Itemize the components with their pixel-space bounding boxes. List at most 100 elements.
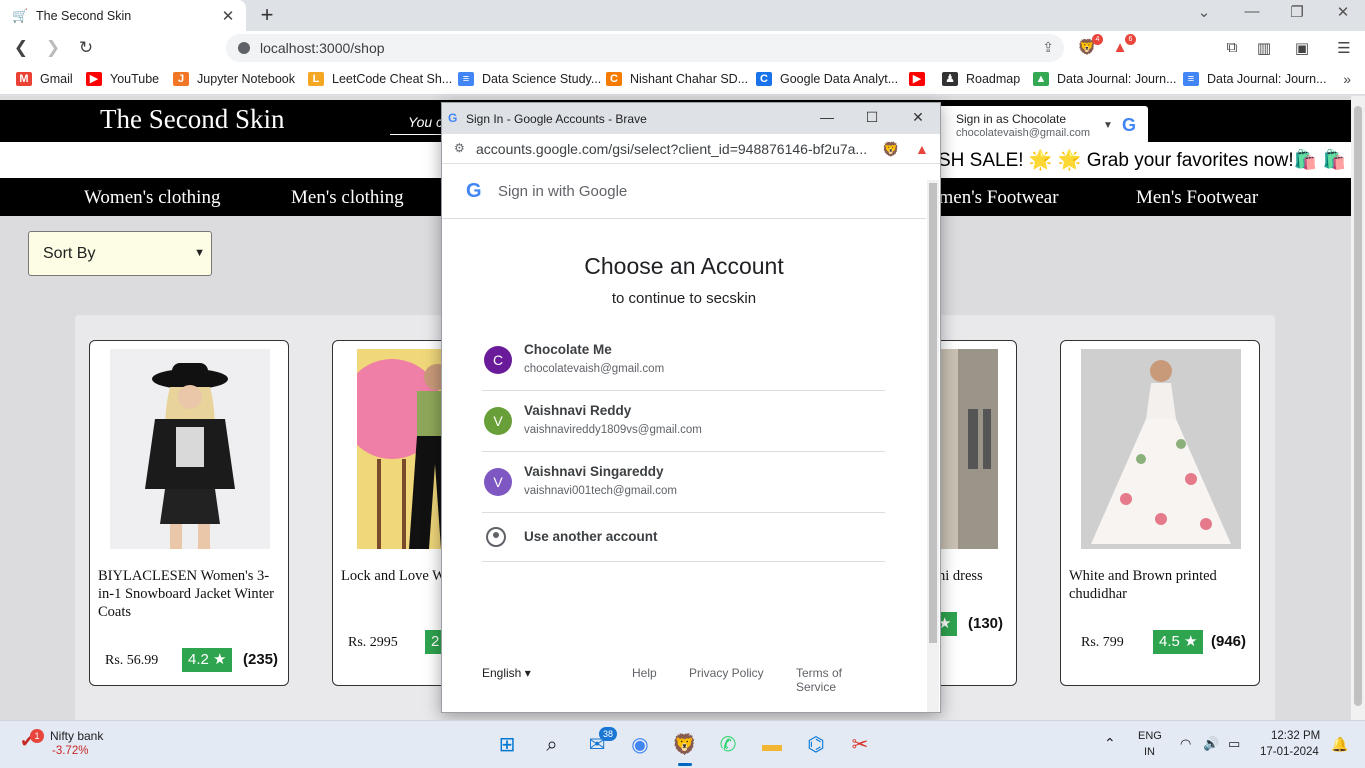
- search-icon[interactable]: ⌕: [540, 733, 564, 757]
- stock-widget-icon[interactable]: ✔ 1: [20, 729, 44, 753]
- widget-title[interactable]: Nifty bank: [50, 729, 103, 743]
- snipping-tool-icon[interactable]: ✂: [848, 733, 872, 757]
- menu-icon[interactable]: ☰: [1334, 39, 1354, 57]
- maximize-icon[interactable]: ☐: [862, 109, 882, 126]
- whatsapp-icon[interactable]: ✆: [716, 733, 740, 757]
- close-window-icon[interactable]: ✕: [908, 109, 928, 126]
- brave-rewards-icon[interactable]: ▲: [915, 141, 929, 157]
- product-card[interactable]: BIYLACLESEN Women's 3-in-1 Snowboard Jac…: [89, 340, 289, 686]
- nav-womens-footwear[interactable]: omen's Footwear: [929, 187, 1059, 209]
- language-indicator[interactable]: ENG: [1138, 730, 1162, 742]
- brave-icon[interactable]: 🦁: [672, 733, 697, 757]
- brave-shields-icon[interactable]: 🦁: [882, 141, 899, 158]
- tab-search-icon[interactable]: ⌄: [1192, 3, 1216, 21]
- account-item[interactable]: C Chocolate Me chocolatevaish@gmail.com: [482, 330, 885, 391]
- new-tab-button[interactable]: +: [256, 4, 278, 26]
- product-price: Rs. 56.99: [105, 653, 159, 668]
- forward-icon[interactable]: ❯: [42, 37, 64, 59]
- account-item[interactable]: V Vaishnavi Singareddy vaishnavi001tech@…: [482, 452, 885, 513]
- bookmarks-overflow-icon[interactable]: »: [1343, 71, 1351, 87]
- bookmark-item[interactable]: ▶: [909, 72, 933, 86]
- terms-link[interactable]: Terms of Service: [796, 666, 885, 694]
- caret-down-icon: ▾: [524, 666, 531, 680]
- avatar: V: [484, 407, 512, 435]
- product-image[interactable]: [110, 349, 270, 549]
- rating-badge: 4.5 ★: [1153, 630, 1204, 654]
- volume-icon[interactable]: 🔊: [1203, 736, 1219, 752]
- bookmark-item[interactable]: ▲ Data Journal: Journ...: [1033, 72, 1177, 86]
- nav-womens-clothing[interactable]: Women's clothing: [84, 187, 220, 209]
- close-tab-icon[interactable]: ✕: [220, 7, 236, 25]
- brave-rewards-icon[interactable]: ▲ 6: [1110, 34, 1136, 58]
- bookmark-item[interactable]: C Google Data Analyt...: [756, 72, 898, 86]
- site-info-icon[interactable]: [238, 42, 250, 54]
- vscode-icon[interactable]: ⌬: [804, 733, 828, 757]
- windows-start-icon[interactable]: ⊞: [495, 733, 519, 757]
- language-select[interactable]: English ▾: [482, 666, 531, 680]
- reload-icon[interactable]: ↻: [75, 37, 97, 59]
- chevron-up-icon[interactable]: ⌃: [1104, 735, 1116, 752]
- popup-scrollbar[interactable]: [927, 180, 939, 712]
- battery-icon[interactable]: ▭: [1228, 736, 1240, 752]
- docs-icon: ≡: [1183, 72, 1199, 86]
- product-card[interactable]: White and Brown printed chudidhar Rs. 79…: [1060, 340, 1260, 686]
- site-brand[interactable]: The Second Skin: [100, 104, 284, 135]
- bookmark-item[interactable]: L LeetCode Cheat Sh...: [308, 72, 452, 86]
- back-icon[interactable]: ❮: [10, 37, 32, 59]
- chevron-down-icon[interactable]: ▼: [1103, 120, 1113, 131]
- bookmark-item[interactable]: C Nishant Chahar SD...: [606, 72, 748, 86]
- minimize-icon[interactable]: —: [1240, 3, 1264, 20]
- bookmark-item[interactable]: ≡ Data Journal: Journ...: [1183, 72, 1327, 86]
- nav-mens-footwear[interactable]: Men's Footwear: [1136, 187, 1258, 209]
- help-link[interactable]: Help: [632, 666, 657, 680]
- share-icon[interactable]: ⇪: [1042, 39, 1054, 56]
- close-window-icon[interactable]: ✕: [1331, 3, 1355, 21]
- address-toolbar: ❮ ❯ ↻ localhost:3000/shop ⇪ 🦁 4 ▲ 6 ⧉ ▥ ▣ …: [0, 31, 1365, 65]
- popup-url[interactable]: accounts.google.com/gsi/select?client_id…: [476, 141, 868, 157]
- mail-icon[interactable]: ✉ 38: [585, 727, 617, 757]
- bookmark-label: Data Journal: Journ...: [1207, 72, 1327, 86]
- rating-count: (130): [968, 615, 1004, 632]
- chrome-icon[interactable]: ◉: [628, 733, 652, 757]
- minimize-icon[interactable]: —: [817, 109, 837, 125]
- brave-shields-icon[interactable]: 🦁 4: [1077, 34, 1103, 58]
- region-indicator: IN: [1144, 746, 1155, 758]
- scrollbar-thumb[interactable]: [929, 183, 937, 643]
- use-another-account-button[interactable]: Use another account: [482, 513, 885, 562]
- privacy-policy-link[interactable]: Privacy Policy: [689, 666, 764, 680]
- gsi-header: G Sign in with Google: [442, 165, 926, 219]
- product-image[interactable]: [1081, 349, 1241, 549]
- extensions-icon[interactable]: ⧉: [1222, 39, 1242, 56]
- wallet-icon[interactable]: ▣: [1292, 39, 1312, 57]
- bookmark-item[interactable]: ♟ Roadmap: [942, 72, 1020, 86]
- file-explorer-icon[interactable]: ▬: [760, 733, 784, 757]
- sidebar-icon[interactable]: ▥: [1254, 39, 1274, 57]
- user-circle-icon: [486, 527, 506, 547]
- bookmark-item[interactable]: ≡ Data Science Study...: [458, 72, 601, 86]
- notification-bell-icon[interactable]: 🔔: [1331, 736, 1348, 753]
- bookmark-item[interactable]: ▶ YouTube: [86, 72, 159, 86]
- browser-tab[interactable]: 🛒 The Second Skin ✕: [0, 0, 246, 31]
- account-item[interactable]: V Vaishnavi Reddy vaishnavireddy1809vs@g…: [482, 391, 885, 452]
- bookmark-item[interactable]: J Jupyter Notebook: [173, 72, 295, 86]
- site-info-icon[interactable]: ⚙: [454, 141, 465, 155]
- choose-account-heading: Choose an Account: [584, 253, 784, 279]
- google-one-tap-banner[interactable]: Sign in as Chocolate chocolatevaish@gmai…: [910, 106, 1148, 144]
- product-name[interactable]: BIYLACLESEN Women's 3-in-1 Snowboard Jac…: [98, 567, 284, 621]
- bookmark-item[interactable]: M Gmail: [16, 72, 73, 86]
- wifi-icon[interactable]: ◠: [1180, 736, 1191, 752]
- page-scrollbar[interactable]: [1351, 96, 1365, 720]
- product-name[interactable]: hi dress: [938, 567, 1016, 585]
- scrollbar-thumb[interactable]: [1354, 106, 1362, 706]
- bookmark-label: Google Data Analyt...: [780, 72, 899, 86]
- clock-time[interactable]: 12:32 PM: [1271, 730, 1320, 742]
- restore-icon[interactable]: ❐: [1285, 3, 1309, 21]
- product-name[interactable]: White and Brown printed chudidhar: [1069, 567, 1255, 603]
- rating-count: (235): [243, 651, 279, 668]
- url-bar[interactable]: localhost:3000/shop ⇪: [226, 34, 1064, 62]
- bookmark-label: Jupyter Notebook: [197, 72, 295, 86]
- sort-select-value: Sort By: [43, 245, 96, 262]
- chevron-down-icon: ▼: [194, 247, 205, 259]
- nav-mens-clothing[interactable]: Men's clothing: [291, 187, 404, 209]
- sort-select[interactable]: Sort By ▼: [28, 231, 212, 276]
